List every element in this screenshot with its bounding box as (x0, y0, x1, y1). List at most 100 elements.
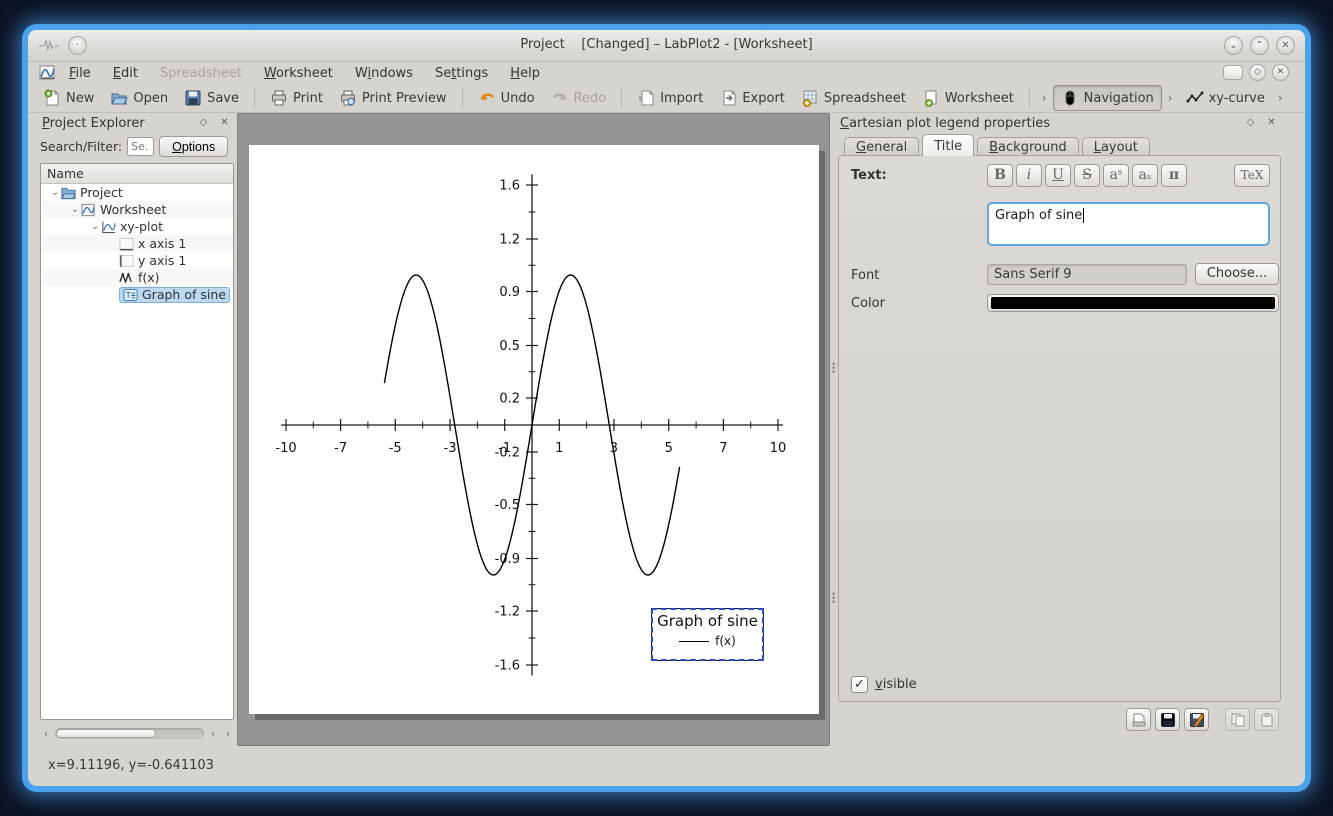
navigation-button[interactable]: Navigation (1053, 85, 1162, 111)
maximize-button[interactable]: ⌃ (1250, 36, 1269, 55)
dock-close-button[interactable]: ✕ (217, 116, 232, 131)
svg-text:10: 10 (770, 441, 787, 456)
scrollbar-handle[interactable] (56, 729, 156, 738)
search-filter-label: Search/Filter: (40, 139, 122, 154)
symbol-pi-button[interactable]: π (1161, 164, 1187, 187)
xy-plot-icon (101, 220, 116, 234)
svg-text:0.5: 0.5 (499, 339, 520, 354)
scroll-left-icon[interactable]: ‹ (40, 727, 52, 740)
menu-help[interactable]: Help (501, 64, 549, 83)
scroll-left-icon[interactable]: ‹ (207, 727, 219, 740)
toolbar-overflow-icon[interactable]: › (1164, 91, 1177, 105)
svg-text:-1.2: -1.2 (495, 605, 520, 620)
menu-file[interactable]: File (60, 64, 100, 83)
curve-icon (119, 271, 134, 285)
dock-float-button[interactable]: ◇ (196, 116, 211, 131)
worksheet-view[interactable]: -10-7-5-3-11357101.61.20.90.50.2-0.2-0.5… (237, 113, 830, 746)
legend-line-sample (679, 641, 709, 642)
save-template-button[interactable] (1155, 708, 1180, 731)
bold-button[interactable]: B (987, 164, 1013, 187)
scroll-right-icon[interactable]: › (222, 727, 234, 740)
paste-properties-button[interactable] (1254, 708, 1279, 731)
tree-item-y-axis[interactable]: y axis 1 (41, 252, 233, 269)
open-folder-icon (110, 89, 128, 107)
new-button[interactable]: New (36, 86, 101, 110)
font-field[interactable]: Sans Serif 9 (987, 264, 1187, 285)
svg-text:-3: -3 (444, 441, 457, 456)
font-choose-button[interactable]: Choose... (1195, 263, 1279, 285)
legend-title-textarea[interactable]: Graph of sine (987, 202, 1270, 246)
dock-float-button[interactable]: ◇ (1243, 116, 1258, 131)
tex-button[interactable]: TeX (1234, 164, 1270, 187)
worksheet-page[interactable]: -10-7-5-3-11357101.61.20.90.50.2-0.2-0.5… (249, 145, 819, 714)
explorer-horizontal-scrollbar[interactable]: ‹ ‹ › (40, 725, 234, 742)
mdi-restore-button[interactable]: ◇ (1249, 64, 1266, 81)
options-button[interactable]: Options (159, 136, 228, 157)
xy-curve-button[interactable]: xy-curve (1179, 86, 1272, 110)
mdi-minimize-button[interactable] (1223, 65, 1243, 80)
tab-background[interactable]: Background (977, 137, 1079, 156)
color-swatch (991, 297, 1275, 309)
tree-item-x-axis[interactable]: x axis 1 (41, 235, 233, 252)
text-caret (1083, 208, 1084, 223)
tab-title[interactable]: Title (922, 134, 974, 156)
print-button[interactable]: Print (263, 86, 330, 110)
tree-item-project[interactable]: ⌄ Project (41, 184, 233, 201)
tree-item-xy-plot[interactable]: ⌄ xy-plot (41, 218, 233, 235)
expand-icon[interactable]: ⌄ (69, 204, 81, 215)
labplot-window: · Project [Changed] – LabPlot2 - [Worksh… (28, 30, 1305, 786)
undo-icon (478, 89, 496, 107)
expand-icon[interactable]: ⌄ (49, 187, 61, 198)
svg-text:-0.5: -0.5 (495, 498, 520, 513)
font-color-button[interactable] (987, 294, 1279, 312)
titlebar[interactable]: · Project [Changed] – LabPlot2 - [Worksh… (28, 30, 1305, 62)
legend-entry-label: f(x) (715, 634, 736, 648)
toolbar-separator (1029, 88, 1030, 108)
toolbar-separator (462, 88, 463, 108)
edit-template-button[interactable] (1184, 708, 1209, 731)
menu-settings[interactable]: Settings (426, 64, 497, 83)
import-button[interactable]: Import (630, 86, 710, 110)
toolbar-separator (621, 88, 622, 108)
export-button[interactable]: Export (712, 86, 792, 110)
menu-windows[interactable]: Windows (346, 64, 422, 83)
toolbar-overflow-icon[interactable]: › (1038, 91, 1051, 105)
worksheet-button[interactable]: Worksheet (915, 86, 1021, 110)
spreadsheet-button[interactable]: Spreadsheet (794, 86, 913, 110)
menu-edit[interactable]: Edit (104, 64, 147, 83)
tree-item-fx-curve[interactable]: f(x) (41, 269, 233, 286)
close-button[interactable]: ✕ (1276, 36, 1295, 55)
strikethrough-button[interactable]: S (1074, 164, 1100, 187)
worksheet-item-icon (81, 203, 96, 217)
project-tree: Name ⌄ Project ⌄ Worksheet ⌄ xy-plot (40, 163, 234, 720)
svg-text:7: 7 (719, 441, 727, 456)
italic-button[interactable]: i (1016, 164, 1042, 187)
xy-curve-icon (1186, 89, 1204, 107)
properties-dock-title: Cartesian plot legend properties (840, 116, 1237, 131)
menu-worksheet[interactable]: Worksheet (255, 64, 342, 83)
underline-button[interactable]: U (1045, 164, 1071, 187)
tab-general[interactable]: General (844, 137, 919, 156)
tab-layout[interactable]: Layout (1082, 137, 1150, 156)
mdi-close-button[interactable]: ✕ (1272, 64, 1289, 81)
plot-legend[interactable]: Graph of sine f(x) (651, 608, 764, 661)
tree-item-worksheet[interactable]: ⌄ Worksheet (41, 201, 233, 218)
copy-properties-button[interactable] (1225, 708, 1250, 731)
expand-icon[interactable]: ⌄ (89, 221, 101, 232)
minimize-button[interactable]: ⌄ (1224, 36, 1243, 55)
toolbar-overflow-icon[interactable]: › (1274, 91, 1287, 105)
load-template-button[interactable] (1126, 708, 1151, 731)
svg-text:T: T (125, 290, 131, 299)
open-button[interactable]: Open (103, 86, 175, 110)
dock-close-button[interactable]: ✕ (1264, 116, 1279, 131)
print-preview-icon (339, 89, 357, 107)
visible-checkbox[interactable]: ✓ (851, 676, 868, 693)
save-button[interactable]: Save (177, 86, 246, 110)
print-preview-button[interactable]: Print Preview (332, 86, 454, 110)
subscript-button[interactable]: aₛ (1132, 164, 1158, 187)
tree-column-header[interactable]: Name (41, 164, 233, 184)
search-input[interactable] (127, 137, 154, 156)
undo-button[interactable]: Undo (471, 86, 542, 110)
tree-item-legend-title[interactable]: T Graph of sine (41, 286, 233, 303)
superscript-button[interactable]: aˢ (1103, 164, 1129, 187)
